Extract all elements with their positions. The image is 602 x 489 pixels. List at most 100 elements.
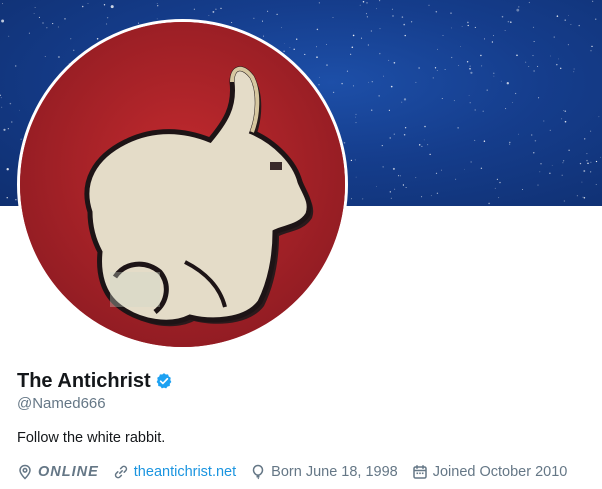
star xyxy=(284,42,285,44)
star xyxy=(359,4,361,6)
star xyxy=(504,30,506,31)
star xyxy=(533,152,535,154)
star xyxy=(464,168,465,170)
star xyxy=(283,50,285,53)
star xyxy=(467,24,469,27)
star xyxy=(276,13,278,16)
star xyxy=(432,77,434,79)
star xyxy=(508,143,511,145)
star xyxy=(360,37,363,39)
star xyxy=(371,81,373,83)
star xyxy=(316,56,318,58)
star xyxy=(350,159,353,162)
star xyxy=(379,52,381,55)
star xyxy=(87,3,89,4)
star xyxy=(379,28,381,30)
star xyxy=(403,133,406,136)
star xyxy=(370,30,373,32)
star xyxy=(137,22,139,24)
star xyxy=(355,122,357,124)
star xyxy=(304,53,306,55)
star xyxy=(319,76,320,78)
star xyxy=(525,61,527,63)
star xyxy=(220,7,222,10)
star xyxy=(11,121,13,123)
star xyxy=(600,156,602,158)
star xyxy=(350,53,352,55)
star xyxy=(106,17,109,19)
star xyxy=(0,97,2,99)
star xyxy=(398,175,400,177)
star xyxy=(392,15,394,17)
star xyxy=(450,12,452,14)
star xyxy=(389,137,391,139)
star xyxy=(549,129,551,132)
star xyxy=(6,197,8,199)
star xyxy=(401,16,404,18)
star xyxy=(592,0,594,2)
star xyxy=(212,10,215,13)
calendar-icon xyxy=(412,464,428,480)
star xyxy=(470,161,472,163)
profile-handle: @Named666 xyxy=(17,395,106,412)
star xyxy=(404,127,407,129)
star xyxy=(390,85,393,88)
star xyxy=(584,138,586,140)
website-link[interactable]: theantichrist.net xyxy=(134,464,236,480)
star xyxy=(332,91,335,94)
star xyxy=(562,160,565,162)
star xyxy=(1,19,5,23)
star xyxy=(281,27,283,29)
location-pin-icon xyxy=(17,464,33,480)
star xyxy=(470,71,473,74)
star xyxy=(52,23,54,25)
star xyxy=(516,54,518,57)
star xyxy=(484,38,485,40)
star xyxy=(512,101,514,103)
star xyxy=(423,139,425,141)
star xyxy=(343,142,346,144)
star xyxy=(458,65,460,66)
star xyxy=(267,10,269,12)
star xyxy=(595,184,597,185)
star xyxy=(469,68,471,70)
star xyxy=(401,101,403,103)
website-item: theantichrist.net xyxy=(113,464,236,480)
star xyxy=(355,176,357,178)
display-name[interactable]: The Antichrist xyxy=(17,370,151,393)
star xyxy=(418,67,420,69)
star xyxy=(57,26,59,28)
star xyxy=(549,172,551,174)
star xyxy=(430,195,432,197)
star xyxy=(296,38,298,40)
star xyxy=(316,28,319,31)
star xyxy=(532,55,534,57)
location-text: ONLINE xyxy=(38,464,99,480)
star xyxy=(510,21,512,23)
star xyxy=(326,64,328,66)
location-item: ONLINE xyxy=(17,464,99,480)
star xyxy=(157,5,159,7)
star xyxy=(595,160,598,163)
star xyxy=(156,18,158,20)
star xyxy=(352,34,355,37)
star xyxy=(418,144,421,146)
star xyxy=(378,95,380,97)
star xyxy=(493,35,494,37)
rabbit-image xyxy=(20,22,345,347)
star xyxy=(193,8,196,10)
star xyxy=(582,196,584,198)
star xyxy=(486,89,488,91)
star xyxy=(551,165,553,167)
star xyxy=(289,47,291,48)
star xyxy=(563,200,565,202)
star xyxy=(579,162,582,165)
star xyxy=(586,153,588,155)
star xyxy=(403,98,407,101)
star xyxy=(20,138,22,140)
star xyxy=(394,188,396,190)
star xyxy=(591,45,593,48)
profile-avatar[interactable] xyxy=(17,19,348,350)
star xyxy=(400,175,401,177)
name-row: The Antichrist xyxy=(17,368,173,394)
